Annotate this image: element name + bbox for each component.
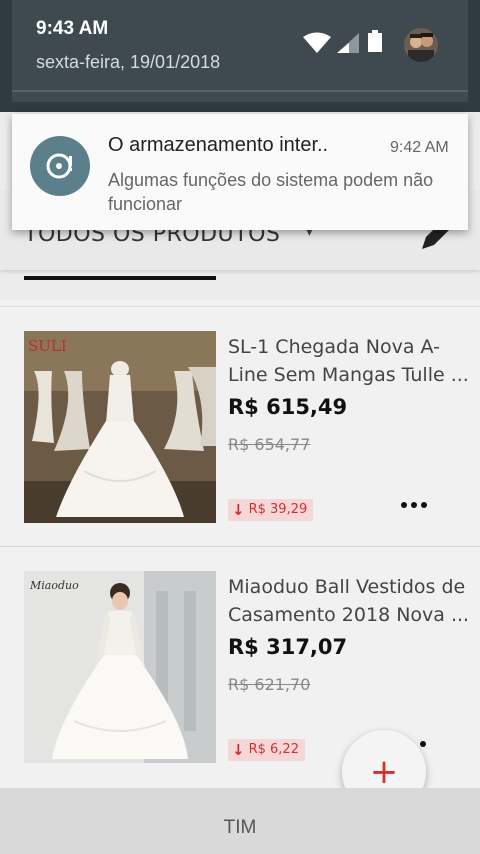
price-drop-badge: ↓ R$ 6,22: [228, 739, 305, 761]
more-options-dot[interactable]: [420, 741, 426, 747]
carrier-label: TIM: [0, 788, 480, 854]
product-title-line: SL-1 Chegada Nova A-: [228, 336, 440, 358]
product-title-line: Casamento 2018 Nova ...: [228, 604, 468, 626]
product-title-line: Miaoduo Ball Vestidos de: [228, 576, 466, 598]
product-image[interactable]: Miaoduo: [24, 571, 216, 763]
date: sexta-feira, 19/01/2018: [36, 52, 221, 72]
price-drop-badge: ↓ R$ 39,29: [228, 499, 314, 521]
avatar[interactable]: [404, 28, 438, 62]
price-drop-value: R$ 39,29: [248, 502, 308, 517]
battery-icon: [368, 30, 382, 52]
product-title[interactable]: Miaoduo Ball Vestidos de Casamento 2018 …: [228, 573, 468, 629]
clock: 9:43 AM: [36, 18, 109, 39]
product-price: R$ 615,49: [228, 395, 348, 419]
product-old-price: R$ 621,70: [228, 675, 311, 694]
notification-time: 9:42 AM: [390, 139, 449, 156]
more-options-button[interactable]: [396, 493, 432, 517]
signal-icon: [337, 33, 359, 53]
brand-watermark: SULI: [28, 337, 67, 355]
wifi-icon: [303, 32, 331, 53]
notification-title: O armazenamento inter..: [108, 134, 329, 156]
product-image[interactable]: SULI: [24, 331, 216, 523]
product-price: R$ 317,07: [228, 635, 348, 659]
tab-indicator: [24, 276, 216, 280]
notification-shade[interactable]: 9:43 AM sexta-feira, 19/01/2018: [0, 0, 480, 112]
product-title[interactable]: SL-1 Chegada Nova A- Line Sem Mangas Tul…: [228, 333, 468, 389]
product-old-price: R$ 654,77: [228, 435, 311, 454]
status-icons: [300, 28, 440, 62]
shade-divider: [12, 90, 468, 92]
arrow-down-icon: ↓: [232, 741, 245, 759]
storage-notification[interactable]: O armazenamento inter.. 9:42 AM Algumas …: [12, 114, 468, 230]
notification-text: Algumas funções do sistema podem não fun…: [108, 170, 434, 214]
price-drop-value: R$ 6,22: [248, 742, 299, 757]
product-title-line: Line Sem Mangas Tulle ...: [228, 364, 468, 386]
arrow-down-icon: ↓: [232, 501, 245, 519]
storage-disc-icon: [30, 136, 90, 196]
product-card[interactable]: SULI SL-1 Chegada Nova A- Line Sem Manga…: [0, 306, 480, 546]
brand-watermark: Miaoduo: [29, 579, 79, 592]
